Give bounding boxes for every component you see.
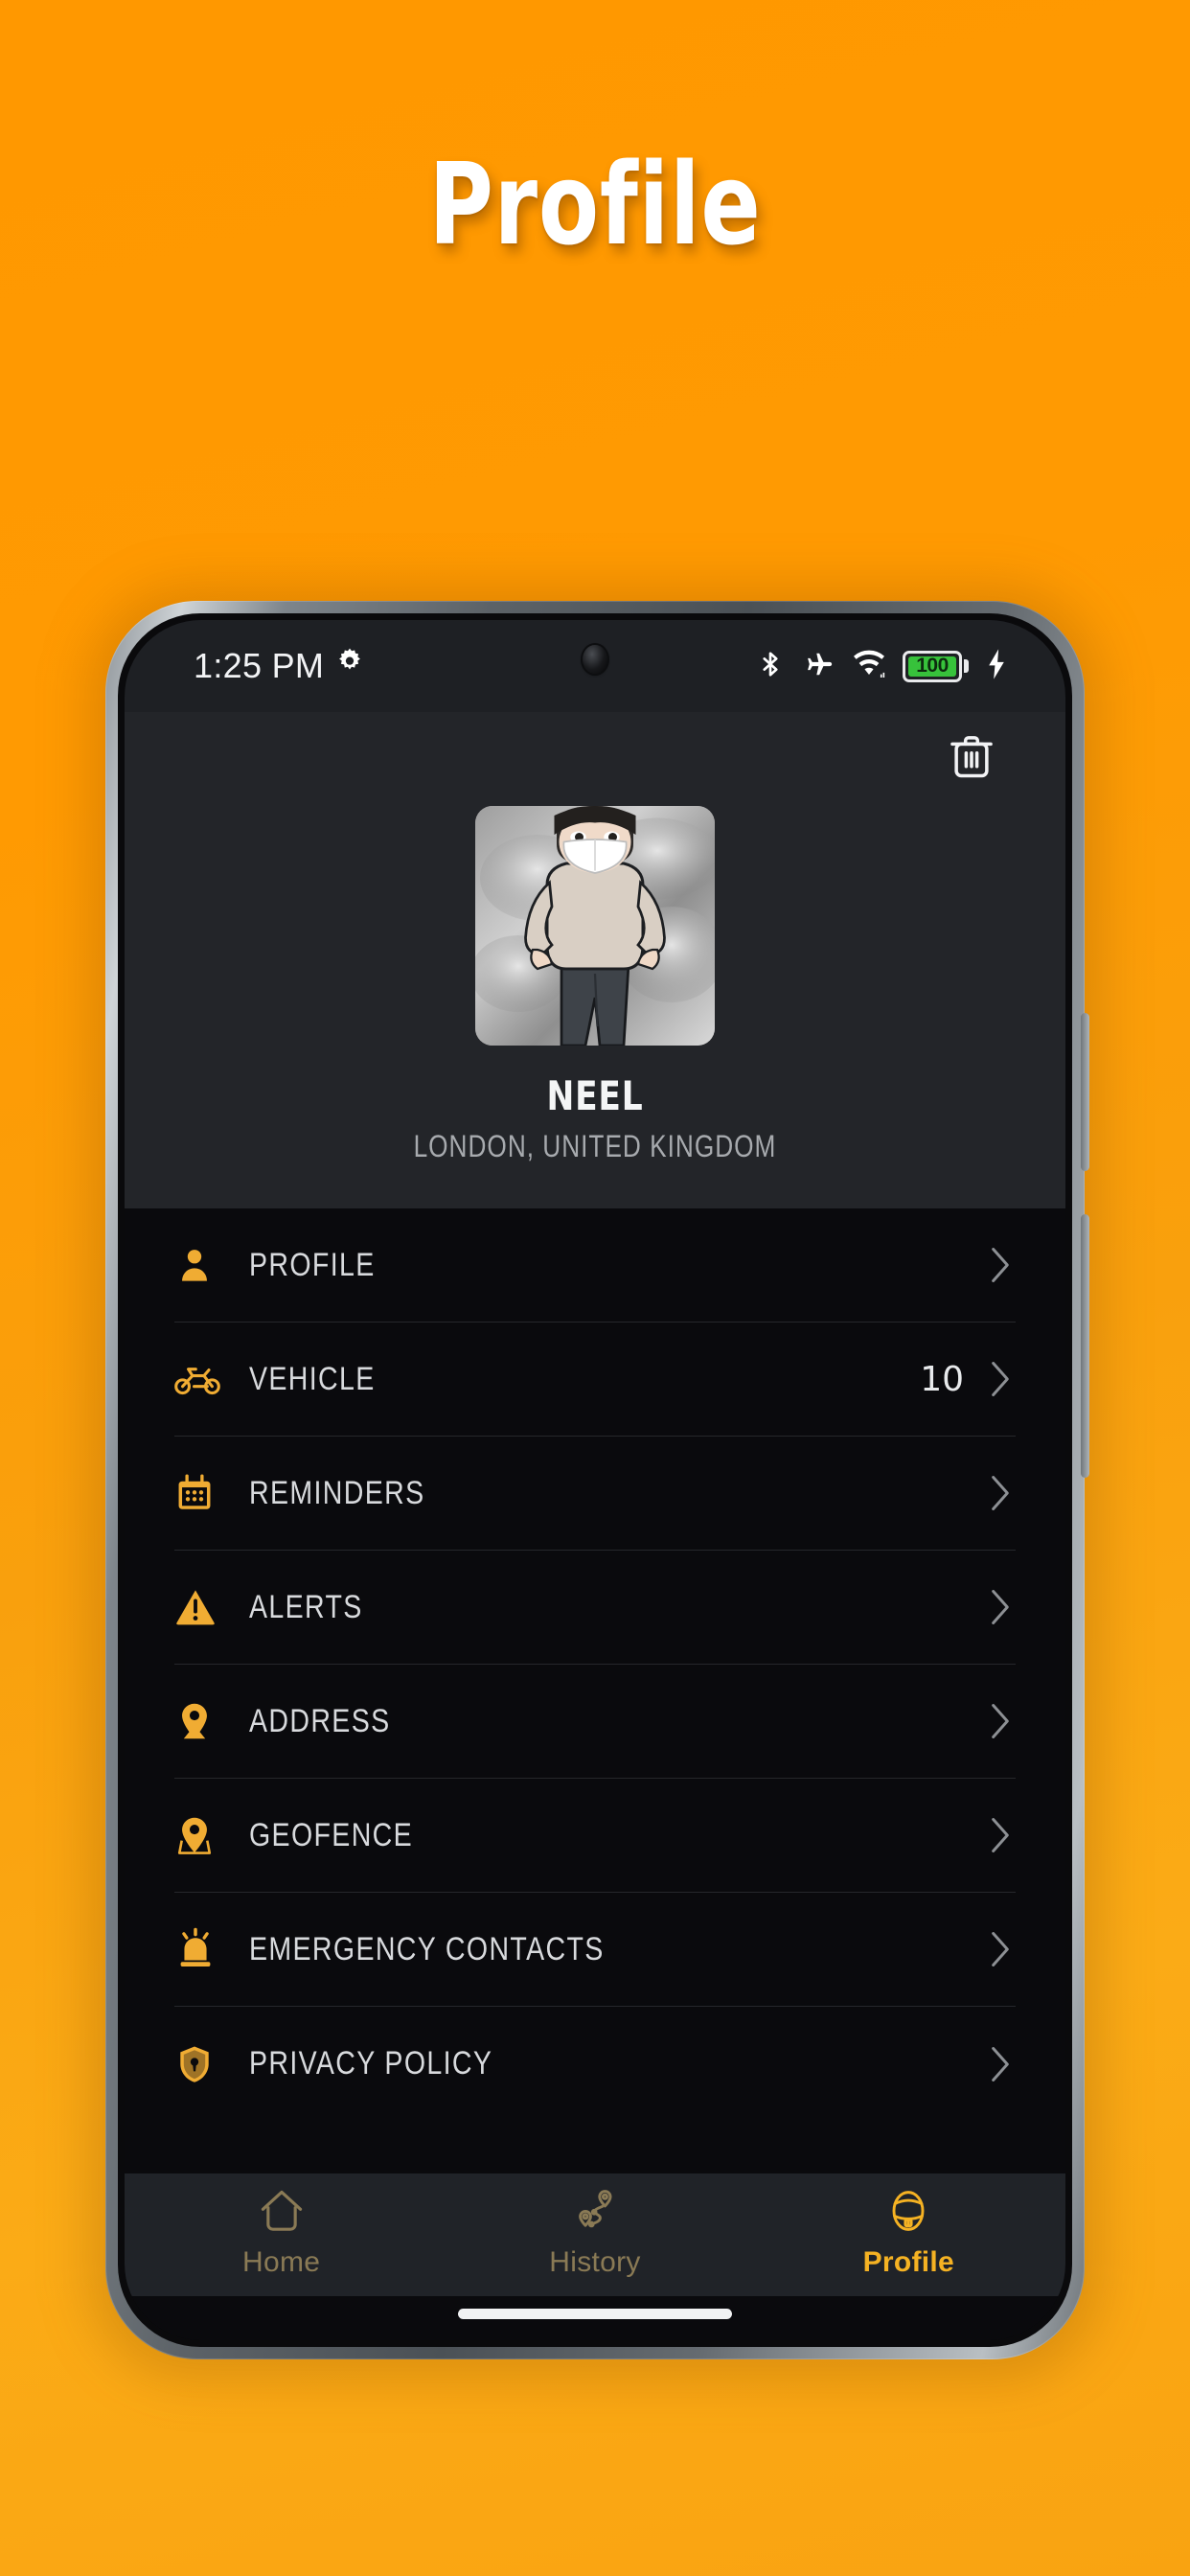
phone-screen: 1:25 PM 100 NEEL LONDON, UNITED KINGDOM … [125, 620, 1065, 2340]
chevron-right-icon [985, 1814, 1016, 1856]
menu-item-vehicle[interactable]: VEHICLE 10 [174, 1322, 1016, 1437]
bluetooth-icon [756, 648, 785, 685]
menu-item-label: PROFILE [249, 1246, 376, 1283]
chevron-right-icon [985, 2043, 1016, 2085]
menu-item-label: ADDRESS [249, 1702, 391, 1739]
motorcycle-icon [174, 1359, 249, 1399]
user-name: NEEL [546, 1072, 644, 1119]
airplane-mode-icon [801, 648, 835, 685]
avatar[interactable] [475, 806, 715, 1046]
status-bar-clock: 1:25 PM [194, 646, 325, 685]
menu-item-count: 10 [920, 1359, 964, 1399]
charging-bolt-icon [985, 648, 1008, 685]
menu-item-label: PRIVACY POLICY [249, 2045, 493, 2082]
menu-item-geofence[interactable]: GEOFENCE [174, 1779, 1016, 1893]
page-title: Profile [428, 138, 762, 270]
chevron-right-icon [985, 1928, 1016, 1970]
chevron-right-icon [985, 1244, 1016, 1286]
bottom-navigation: Home History Profile [125, 2174, 1065, 2296]
menu-item-privacy-policy[interactable]: PRIVACY POLICY [174, 2007, 1016, 2121]
shield-lock-icon [174, 2042, 249, 2086]
status-bar-right: 100 [756, 648, 1008, 685]
status-bar: 1:25 PM 100 [125, 620, 1065, 712]
chevron-right-icon [985, 1472, 1016, 1514]
gear-icon [334, 646, 365, 686]
phone-side-button[interactable] [1081, 1214, 1089, 1478]
home-icon [257, 2187, 307, 2240]
menu-item-profile[interactable]: PROFILE [174, 1208, 1016, 1322]
geofence-icon [174, 1814, 249, 1856]
nav-item-label: Profile [862, 2246, 955, 2278]
avatar-illustration [475, 806, 715, 1046]
calendar-icon [174, 1473, 249, 1513]
menu-item-label: GEOFENCE [249, 1816, 414, 1853]
menu-item-address[interactable]: ADDRESS [174, 1665, 1016, 1779]
nav-item-label: History [549, 2246, 641, 2278]
menu-item-alerts[interactable]: ALERTS [174, 1551, 1016, 1665]
menu-item-label: ALERTS [249, 1588, 363, 1625]
menu-item-label: EMERGENCY CONTACTS [249, 1930, 605, 1967]
avatar-container[interactable] [125, 806, 1065, 1046]
warning-icon [174, 1586, 249, 1628]
menu-item-label: REMINDERS [249, 1474, 425, 1511]
helmet-icon [883, 2187, 933, 2240]
profile-header: NEEL LONDON, UNITED KINGDOM [125, 712, 1065, 1208]
nav-item-profile[interactable]: Profile [752, 2187, 1065, 2279]
chevron-right-icon [985, 1586, 1016, 1628]
menu-item-reminders[interactable]: REMINDERS [174, 1437, 1016, 1551]
chevron-right-icon [985, 1700, 1016, 1742]
header-toolbar [125, 712, 1065, 804]
front-camera-punch-hole [583, 645, 607, 674]
battery-level-text: 100 [908, 655, 956, 677]
home-indicator[interactable] [458, 2309, 732, 2319]
user-location: LONDON, UNITED KINGDOM [413, 1129, 777, 1163]
nav-item-history[interactable]: History [438, 2187, 751, 2279]
nav-item-label: Home [242, 2246, 321, 2278]
siren-icon [174, 1927, 249, 1971]
menu-item-emergency-contacts[interactable]: EMERGENCY CONTACTS [174, 1893, 1016, 2007]
status-bar-left: 1:25 PM [194, 646, 365, 686]
menu-item-label: VEHICLE [249, 1360, 376, 1397]
profile-menu-list: PROFILE VEHICLE 10 REMINDERS ALERTS ADDR… [125, 1208, 1065, 2174]
trash-icon[interactable] [945, 729, 998, 788]
battery-body: 100 [903, 650, 962, 682]
phone-inner-bezel: 1:25 PM 100 NEEL LONDON, UNITED KINGDOM … [118, 613, 1072, 2347]
chevron-right-icon [985, 1358, 1016, 1400]
person-icon [174, 1245, 249, 1285]
battery-indicator: 100 [903, 650, 969, 682]
map-pin-icon [174, 1700, 249, 1742]
nav-item-home[interactable]: Home [125, 2187, 438, 2279]
route-icon [570, 2187, 620, 2240]
phone-mockup: 1:25 PM 100 NEEL LONDON, UNITED KINGDOM … [88, 586, 1102, 2380]
wifi-icon [852, 649, 886, 684]
battery-cap [964, 659, 969, 673]
